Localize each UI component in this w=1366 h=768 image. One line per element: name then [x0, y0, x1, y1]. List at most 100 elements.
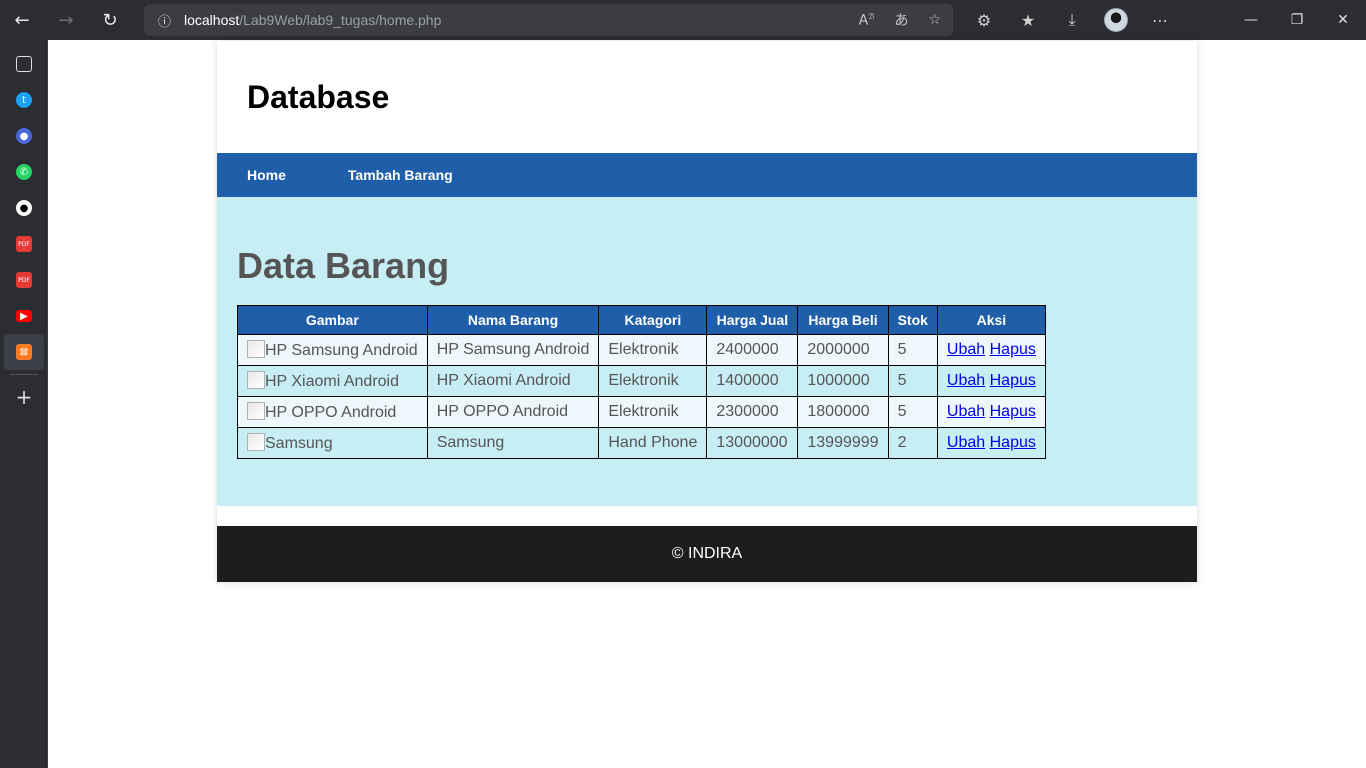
footer-text: © INDIRA	[671, 545, 743, 562]
restore-icon[interactable]: ❐	[1274, 0, 1320, 40]
product-category: Elektronik	[598, 365, 708, 397]
downloads-icon[interactable]: ⤓	[1050, 0, 1094, 40]
table-row: HP OPPO Android HP OPPO Android Elektron…	[237, 396, 1046, 428]
site-info-icon[interactable]: ⓘ	[158, 11, 184, 30]
app-shortcut[interactable]: ●	[0, 118, 48, 154]
page-container: Database Home Tambah Barang Data Barang …	[217, 41, 1197, 582]
column-header: Gambar	[237, 305, 428, 335]
read-aloud-icon[interactable]: Aℬ	[859, 12, 875, 29]
product-category: Elektronik	[598, 334, 708, 366]
product-name: Samsung	[426, 427, 600, 459]
url-text[interactable]: localhost/Lab9Web/lab9_tugas/home.php	[184, 12, 441, 28]
column-header: Harga Jual	[706, 305, 799, 335]
nav-tambah-barang-link[interactable]: Tambah Barang	[348, 167, 453, 183]
app-icon: ●	[16, 128, 32, 144]
image-alt-text: HP Xiaomi Android	[265, 373, 399, 390]
twitter-shortcut[interactable]: t	[0, 82, 48, 118]
whatsapp-shortcut[interactable]: ✆	[0, 154, 48, 190]
product-name: HP Xiaomi Android	[426, 365, 600, 397]
refresh-icon[interactable]: ↻	[88, 0, 132, 40]
product-category: Hand Phone	[598, 427, 708, 459]
stock: 2	[887, 427, 938, 459]
product-category: Elektronik	[598, 396, 708, 428]
add-favorite-icon[interactable]: ☆	[928, 12, 941, 28]
table-row: HP Samsung Android HP Samsung Android El…	[237, 334, 1046, 366]
product-name: HP OPPO Android	[426, 396, 600, 428]
product-image-cell: Samsung	[237, 427, 428, 459]
stock: 5	[887, 396, 938, 428]
buy-price: 1000000	[797, 365, 889, 397]
column-header: Katagori	[598, 305, 708, 335]
product-image-cell: HP Xiaomi Android	[237, 365, 428, 397]
youtube-icon: ▶	[16, 310, 32, 322]
main-nav: Home Tambah Barang	[217, 153, 1197, 197]
whatsapp-icon: ✆	[16, 164, 32, 180]
broken-image-icon	[247, 404, 265, 421]
site-title: Database	[247, 78, 390, 115]
sidebar-divider	[10, 374, 38, 375]
add-shortcut-button[interactable]: +	[0, 379, 48, 415]
delete-link[interactable]: Hapus	[990, 341, 1036, 358]
back-icon[interactable]: ←	[0, 0, 44, 40]
plus-icon: +	[15, 385, 33, 409]
sell-price: 2300000	[706, 396, 799, 428]
profile-button[interactable]	[1094, 0, 1138, 40]
site-footer: © INDIRA	[217, 526, 1197, 582]
delete-link[interactable]: Hapus	[990, 372, 1036, 389]
main-content: Data Barang Gambar Nama Barang Katagori …	[217, 197, 1197, 506]
actions-cell: Ubah Hapus	[936, 334, 1046, 366]
edit-link[interactable]: Ubah	[947, 341, 985, 358]
stock: 5	[887, 334, 938, 366]
actions-cell: Ubah Hapus	[936, 427, 1046, 459]
pdf-shortcut-1[interactable]: PDF	[0, 226, 48, 262]
favorites-icon[interactable]: ★	[1006, 0, 1050, 40]
page-title: Data Barang	[237, 245, 450, 286]
tab-actions-icon[interactable]	[0, 46, 48, 82]
nav-home-link[interactable]: Home	[247, 167, 286, 183]
table-header-row: Gambar Nama Barang Katagori Harga Jual H…	[237, 305, 1046, 335]
extensions-icon[interactable]: ⚙	[962, 0, 1006, 40]
translate-icon[interactable]: あ	[894, 10, 908, 30]
browser-toolbar: ← → ↻ ⓘ localhost/Lab9Web/lab9_tugas/hom…	[0, 0, 1366, 40]
edit-link[interactable]: Ubah	[947, 434, 985, 451]
sell-price: 1400000	[706, 365, 799, 397]
column-header: Aksi	[936, 305, 1046, 335]
browser-sidebar: t ● ✆ ● PDF PDF ▶ ⊠ +	[0, 40, 48, 768]
youtube-shortcut[interactable]: ▶	[0, 298, 48, 334]
actions-cell: Ubah Hapus	[936, 396, 1046, 428]
sell-price: 2400000	[706, 334, 799, 366]
table-row: Samsung Samsung Hand Phone 13000000 1399…	[237, 427, 1046, 459]
pdf-icon: PDF	[16, 236, 32, 252]
github-shortcut[interactable]: ●	[0, 190, 48, 226]
column-header: Stok	[887, 305, 938, 335]
image-alt-text: Samsung	[265, 435, 333, 452]
twitter-icon: t	[16, 92, 32, 108]
column-header: Harga Beli	[797, 305, 889, 335]
url-host: localhost	[184, 12, 240, 28]
product-image-cell: HP OPPO Android	[237, 396, 428, 428]
edit-link[interactable]: Ubah	[947, 403, 985, 420]
column-header: Nama Barang	[426, 305, 600, 335]
pdf-icon: PDF	[16, 272, 32, 288]
edit-link[interactable]: Ubah	[947, 372, 985, 389]
buy-price: 13999999	[797, 427, 889, 459]
minimize-icon[interactable]: —	[1228, 0, 1274, 40]
github-icon: ●	[16, 200, 32, 216]
close-icon[interactable]: ✕	[1320, 0, 1366, 40]
broken-image-icon	[247, 373, 265, 390]
image-alt-text: HP OPPO Android	[265, 404, 397, 421]
delete-link[interactable]: Hapus	[990, 434, 1036, 451]
buy-price: 2000000	[797, 334, 889, 366]
address-bar[interactable]: ⓘ localhost/Lab9Web/lab9_tugas/home.php …	[144, 4, 953, 36]
xampp-shortcut[interactable]: ⊠	[4, 334, 44, 370]
buy-price: 1800000	[797, 396, 889, 428]
more-menu-icon[interactable]: ⋯	[1138, 0, 1182, 40]
url-path: /Lab9Web/lab9_tugas/home.php	[239, 12, 442, 28]
actions-cell: Ubah Hapus	[936, 365, 1046, 397]
tabs-icon	[16, 56, 32, 72]
forward-icon[interactable]: →	[44, 0, 88, 40]
delete-link[interactable]: Hapus	[990, 403, 1036, 420]
pdf-shortcut-2[interactable]: PDF	[0, 262, 48, 298]
xampp-icon: ⊠	[16, 344, 32, 360]
broken-image-icon	[247, 342, 265, 359]
